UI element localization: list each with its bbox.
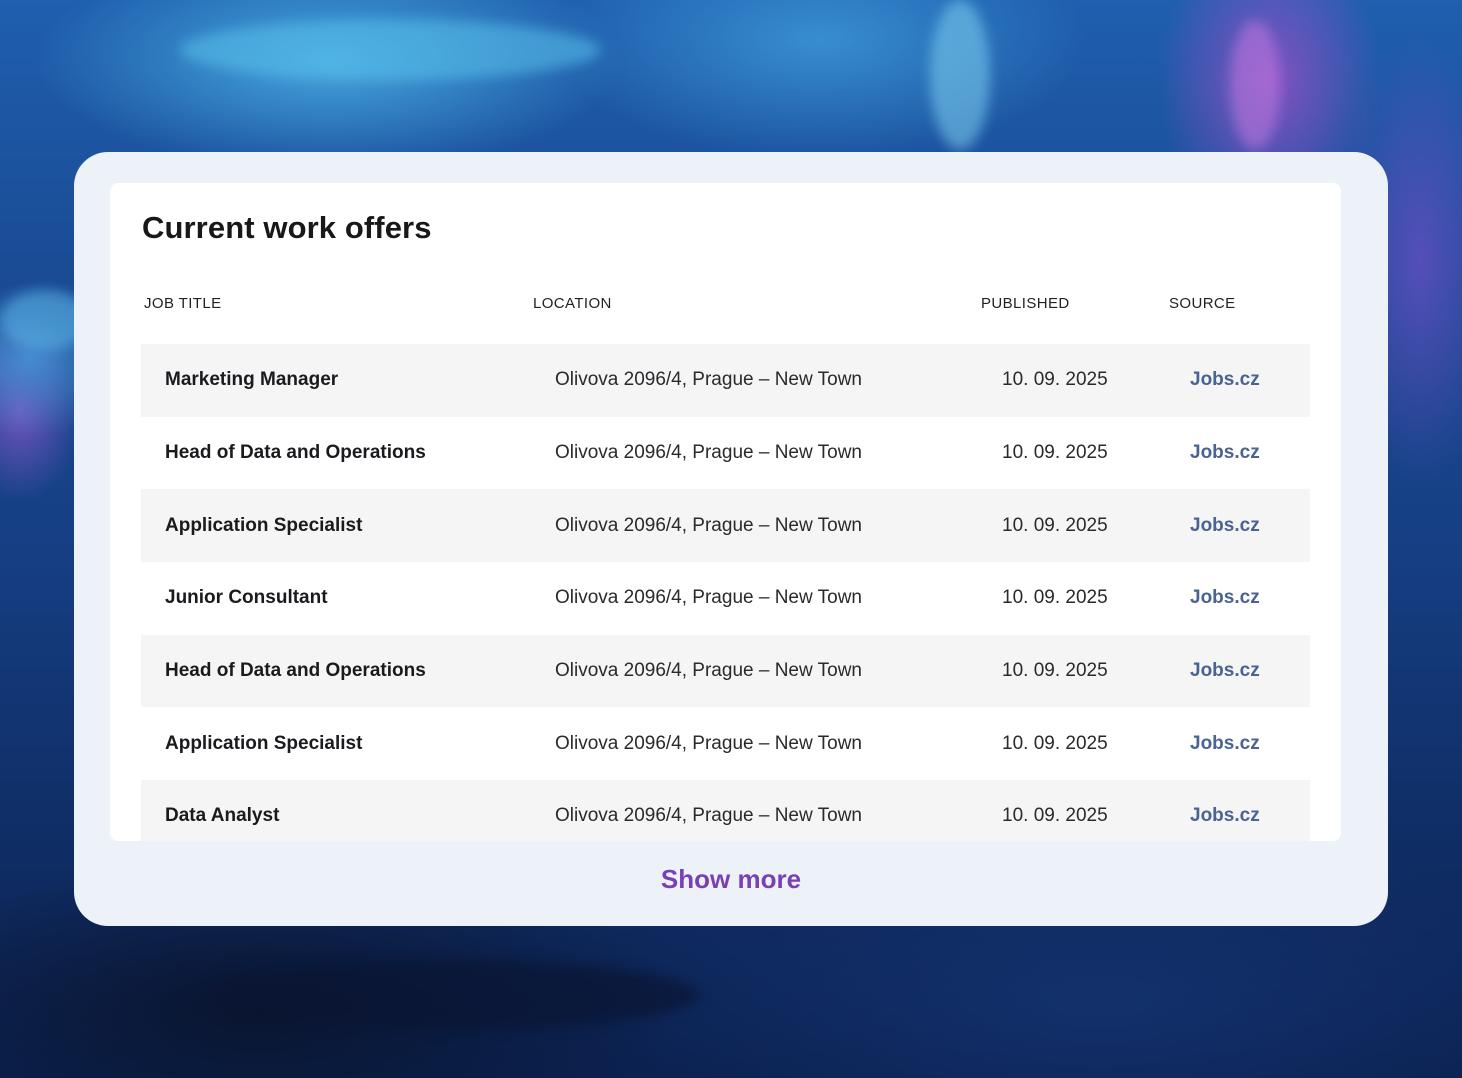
job-source-link[interactable]: Jobs.cz bbox=[1190, 805, 1260, 827]
job-published-date: 10. 09. 2025 bbox=[1002, 587, 1108, 609]
column-header-published: PUBLISHED bbox=[981, 295, 1070, 312]
job-published-date: 10. 09. 2025 bbox=[1002, 660, 1108, 682]
job-location: Olivova 2096/4, Prague – New Town bbox=[555, 660, 862, 682]
job-source-link[interactable]: Jobs.cz bbox=[1190, 515, 1260, 537]
paint-streak bbox=[930, 0, 990, 150]
table-row[interactable]: Head of Data and Operations Olivova 2096… bbox=[141, 634, 1310, 708]
table-row[interactable]: Data Analyst Olivova 2096/4, Prague – Ne… bbox=[141, 780, 1310, 841]
job-location: Olivova 2096/4, Prague – New Town bbox=[555, 514, 862, 536]
show-more-button[interactable]: Show more bbox=[74, 864, 1388, 895]
job-title[interactable]: Head of Data and Operations bbox=[165, 660, 426, 682]
column-header-location: LOCATION bbox=[533, 295, 612, 312]
page-title: Current work offers bbox=[142, 210, 432, 245]
job-title[interactable]: Application Specialist bbox=[165, 515, 362, 537]
table-row[interactable]: Head of Data and Operations Olivova 2096… bbox=[141, 417, 1310, 490]
job-title[interactable]: Head of Data and Operations bbox=[165, 442, 426, 464]
job-location: Olivova 2096/4, Prague – New Town bbox=[555, 369, 862, 391]
job-source-link[interactable]: Jobs.cz bbox=[1190, 442, 1260, 464]
table-row[interactable]: Application Specialist Olivova 2096/4, P… bbox=[141, 707, 1310, 780]
paint-streak bbox=[200, 960, 700, 1030]
job-published-date: 10. 09. 2025 bbox=[1002, 442, 1108, 464]
job-title[interactable]: Marketing Manager bbox=[165, 369, 338, 391]
offers-table-body: Marketing Manager Olivova 2096/4, Prague… bbox=[141, 344, 1310, 841]
job-published-date: 10. 09. 2025 bbox=[1002, 514, 1108, 536]
job-title[interactable]: Data Analyst bbox=[165, 805, 279, 827]
table-header: JOB TITLE LOCATION PUBLISHED SOURCE bbox=[142, 295, 1310, 319]
job-source-link[interactable]: Jobs.cz bbox=[1190, 587, 1260, 609]
job-source-link[interactable]: Jobs.cz bbox=[1190, 369, 1260, 391]
job-location: Olivova 2096/4, Prague – New Town bbox=[555, 732, 862, 754]
column-header-job-title: JOB TITLE bbox=[144, 295, 222, 312]
job-published-date: 10. 09. 2025 bbox=[1002, 369, 1108, 391]
paint-streak bbox=[180, 20, 600, 80]
job-location: Olivova 2096/4, Prague – New Town bbox=[555, 805, 862, 827]
job-title[interactable]: Application Specialist bbox=[165, 733, 362, 755]
work-offers-panel: Current work offers JOB TITLE LOCATION P… bbox=[110, 183, 1341, 841]
job-source-link[interactable]: Jobs.cz bbox=[1190, 733, 1260, 755]
work-offers-card: Current work offers JOB TITLE LOCATION P… bbox=[74, 152, 1388, 926]
table-row[interactable]: Application Specialist Olivova 2096/4, P… bbox=[141, 489, 1310, 563]
job-title[interactable]: Junior Consultant bbox=[165, 587, 328, 609]
job-location: Olivova 2096/4, Prague – New Town bbox=[555, 442, 862, 464]
job-published-date: 10. 09. 2025 bbox=[1002, 732, 1108, 754]
table-row[interactable]: Junior Consultant Olivova 2096/4, Prague… bbox=[141, 562, 1310, 635]
job-source-link[interactable]: Jobs.cz bbox=[1190, 660, 1260, 682]
paint-streak bbox=[1230, 20, 1280, 150]
job-published-date: 10. 09. 2025 bbox=[1002, 805, 1108, 827]
column-header-source: SOURCE bbox=[1169, 295, 1236, 312]
job-location: Olivova 2096/4, Prague – New Town bbox=[555, 587, 862, 609]
table-row[interactable]: Marketing Manager Olivova 2096/4, Prague… bbox=[141, 344, 1310, 417]
